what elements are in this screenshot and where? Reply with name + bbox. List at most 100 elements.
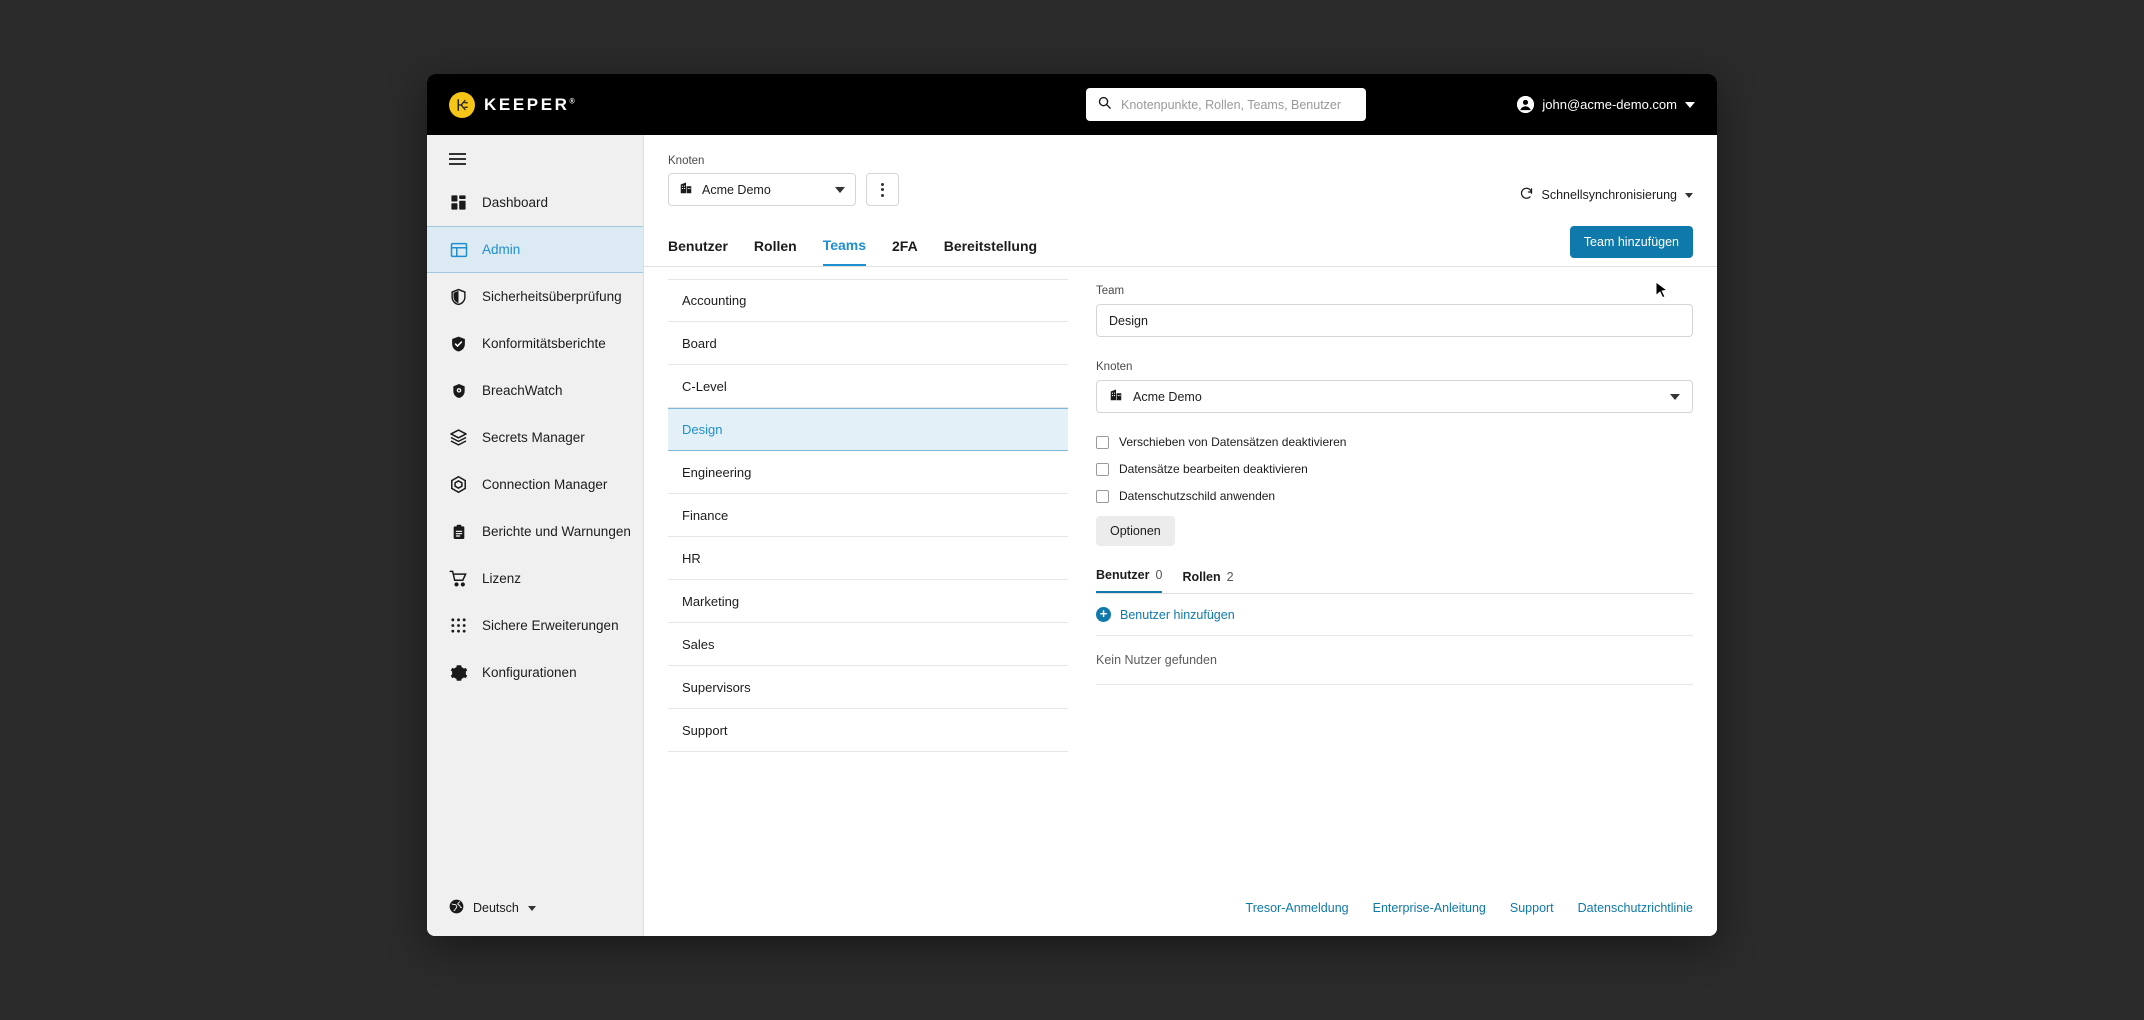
sidebar-item-dashboard[interactable]: Dashboard (427, 179, 643, 226)
footer-link-enterprise-anleitung[interactable]: Enterprise-Anleitung (1373, 901, 1486, 915)
sidebar-item-secrets-manager[interactable]: Secrets Manager (427, 414, 643, 461)
sidebar-item-label: Berichte und Warnungen (482, 524, 631, 539)
team-name-input[interactable] (1096, 304, 1693, 337)
brand-logo[interactable]: KEEPER® (449, 91, 578, 118)
add-team-button[interactable]: Team hinzufügen (1569, 226, 1693, 258)
footer-link-tresor-anmeldung[interactable]: Tresor-Anmeldung (1246, 901, 1349, 915)
sidebar-item-admin[interactable]: Admin (427, 226, 643, 273)
options-button[interactable]: Optionen (1096, 516, 1175, 546)
refresh-icon (1519, 186, 1534, 204)
grid-dots-icon (449, 616, 468, 635)
search-input[interactable] (1121, 97, 1355, 112)
sidebar-item-konfigurationen[interactable]: Konfigurationen (427, 649, 643, 696)
node-bar: Knoten Acme Demo Schnellsynchronisierung (644, 135, 1717, 206)
tab-2fa[interactable]: 2FA (892, 226, 918, 266)
clipboard-icon (449, 522, 468, 541)
more-vertical-icon (881, 182, 884, 186)
sidebar-item-berichte-und-warnungen[interactable]: Berichte und Warnungen (427, 508, 643, 555)
account-circle-icon (1517, 96, 1535, 113)
content-footer: Tresor-Anmeldung Enterprise-Anleitung Su… (644, 880, 1717, 936)
footer-link-datenschutzrichtlinie[interactable]: Datenschutzrichtlinie (1578, 901, 1693, 915)
table-row-selected[interactable]: Design (668, 408, 1068, 451)
trademark-mark: ® (569, 97, 578, 105)
permission-checkboxes: Verschieben von Datensätzen deaktivieren… (1096, 435, 1693, 503)
table-row[interactable]: Finance (668, 494, 1068, 537)
tab-rollen[interactable]: Rollen (754, 226, 797, 266)
checkbox-label: Datensätze bearbeiten deaktivieren (1119, 462, 1308, 476)
checkbox-box[interactable] (1096, 462, 1109, 476)
table-row[interactable]: C-Level (668, 365, 1068, 408)
admin-panel-icon (449, 240, 468, 259)
shopping-cart-icon (449, 569, 468, 588)
search-icon (1097, 95, 1112, 115)
sidebar-item-breachwatch[interactable]: BreachWatch (427, 367, 643, 414)
node-select[interactable]: Acme Demo (668, 173, 856, 206)
account-email: john@acme-demo.com (1542, 97, 1677, 112)
teams-panes: Accounting Board C-Level Design Engineer… (644, 267, 1717, 880)
building-icon (1109, 388, 1123, 405)
checkbox-label: Datenschutzschild anwenden (1119, 489, 1276, 503)
detail-node-label: Knoten (1096, 361, 1133, 373)
quick-sync-label: Schnellsynchronisierung (1541, 188, 1678, 202)
chevron-down-icon (1685, 192, 1693, 198)
hamburger-menu-icon[interactable] (427, 135, 467, 175)
search-box[interactable] (1086, 88, 1366, 121)
sub-tab-benutzer[interactable]: Benutzer 0 (1096, 568, 1163, 593)
shield-check-icon (449, 334, 468, 353)
brand-name: KEEPER® (484, 94, 578, 114)
node-select-value: Acme Demo (702, 182, 771, 197)
detail-node-select[interactable]: Acme Demo (1096, 380, 1693, 413)
window-body: Dashboard Admin Sicherheitsüberprüfung K… (427, 135, 1717, 936)
checkbox-disable-record-move[interactable]: Verschieben von Datensätzen deaktivieren (1096, 435, 1693, 449)
add-user-link[interactable]: + Benutzer hinzufügen (1096, 594, 1693, 636)
sidebar-item-connection-manager[interactable]: Connection Manager (427, 461, 643, 508)
team-detail-panel: Team Knoten Acme Demo (1096, 267, 1693, 880)
sidebar-item-label: Sicherheitsüberprüfung (482, 289, 622, 304)
sidebar-item-label: Admin (482, 242, 521, 257)
table-row[interactable]: Engineering (668, 451, 1068, 494)
dashboard-icon (449, 193, 468, 212)
chevron-down-icon (527, 905, 536, 911)
building-icon (679, 181, 693, 198)
main-content: Knoten Acme Demo Schnellsynchronisierung… (644, 135, 1717, 936)
sub-tab-rollen[interactable]: Rollen 2 (1182, 570, 1233, 593)
table-row[interactable]: Sales (668, 623, 1068, 666)
sidebar-item-label: BreachWatch (482, 383, 563, 398)
keeper-admin-window: KEEPER® john@acme-demo.com (427, 74, 1717, 936)
sidebar-item-sichere-erweiterungen[interactable]: Sichere Erweiterungen (427, 602, 643, 649)
sidebar-item-label: Connection Manager (482, 477, 608, 492)
checkbox-apply-privacy-screen[interactable]: Datenschutzschild anwenden (1096, 489, 1693, 503)
sidebar-item-konformitatsberichte[interactable]: Konformitätsberichte (427, 320, 643, 367)
node-options-button[interactable] (866, 173, 899, 206)
detail-sub-tabs: Benutzer 0 Rollen 2 (1096, 568, 1693, 594)
checkbox-disable-record-edit[interactable]: Datensätze bearbeiten deaktivieren (1096, 462, 1693, 476)
table-row[interactable]: HR (668, 537, 1068, 580)
table-row[interactable]: Accounting (668, 279, 1068, 322)
sidebar-item-label: Konfigurationen (482, 665, 577, 680)
sidebar-item-label: Sichere Erweiterungen (482, 618, 619, 633)
shield-eye-icon (449, 381, 468, 400)
table-row[interactable]: Marketing (668, 580, 1068, 623)
sidebar-item-label: Lizenz (482, 571, 522, 586)
account-menu[interactable]: john@acme-demo.com (1517, 96, 1695, 113)
node-label: Knoten (668, 155, 705, 167)
language-selector[interactable]: Deutsch (427, 880, 643, 936)
sidebar: Dashboard Admin Sicherheitsüberprüfung K… (427, 135, 644, 936)
keeper-logo-icon (449, 91, 475, 118)
checkbox-box[interactable] (1096, 489, 1109, 503)
quick-sync-button[interactable]: Schnellsynchronisierung (1519, 186, 1693, 204)
table-row[interactable]: Supervisors (668, 666, 1068, 709)
table-row[interactable]: Board (668, 322, 1068, 365)
checkbox-box[interactable] (1096, 435, 1109, 449)
sidebar-item-label: Dashboard (482, 195, 549, 210)
admin-tabs: Benutzer Rollen Teams 2FA Bereitstellung… (644, 226, 1717, 266)
tab-bereitstellung[interactable]: Bereitstellung (944, 226, 1037, 266)
tab-benutzer[interactable]: Benutzer (668, 226, 728, 266)
sidebar-item-label: Konformitätsberichte (482, 336, 606, 351)
table-row[interactable]: Support (668, 709, 1068, 752)
tab-teams[interactable]: Teams (822, 226, 867, 266)
top-bar: KEEPER® john@acme-demo.com (427, 74, 1717, 135)
sidebar-item-sicherheitsuberprufung[interactable]: Sicherheitsüberprüfung (427, 273, 643, 320)
sidebar-item-lizenz[interactable]: Lizenz (427, 555, 643, 602)
footer-link-support[interactable]: Support (1510, 901, 1554, 915)
